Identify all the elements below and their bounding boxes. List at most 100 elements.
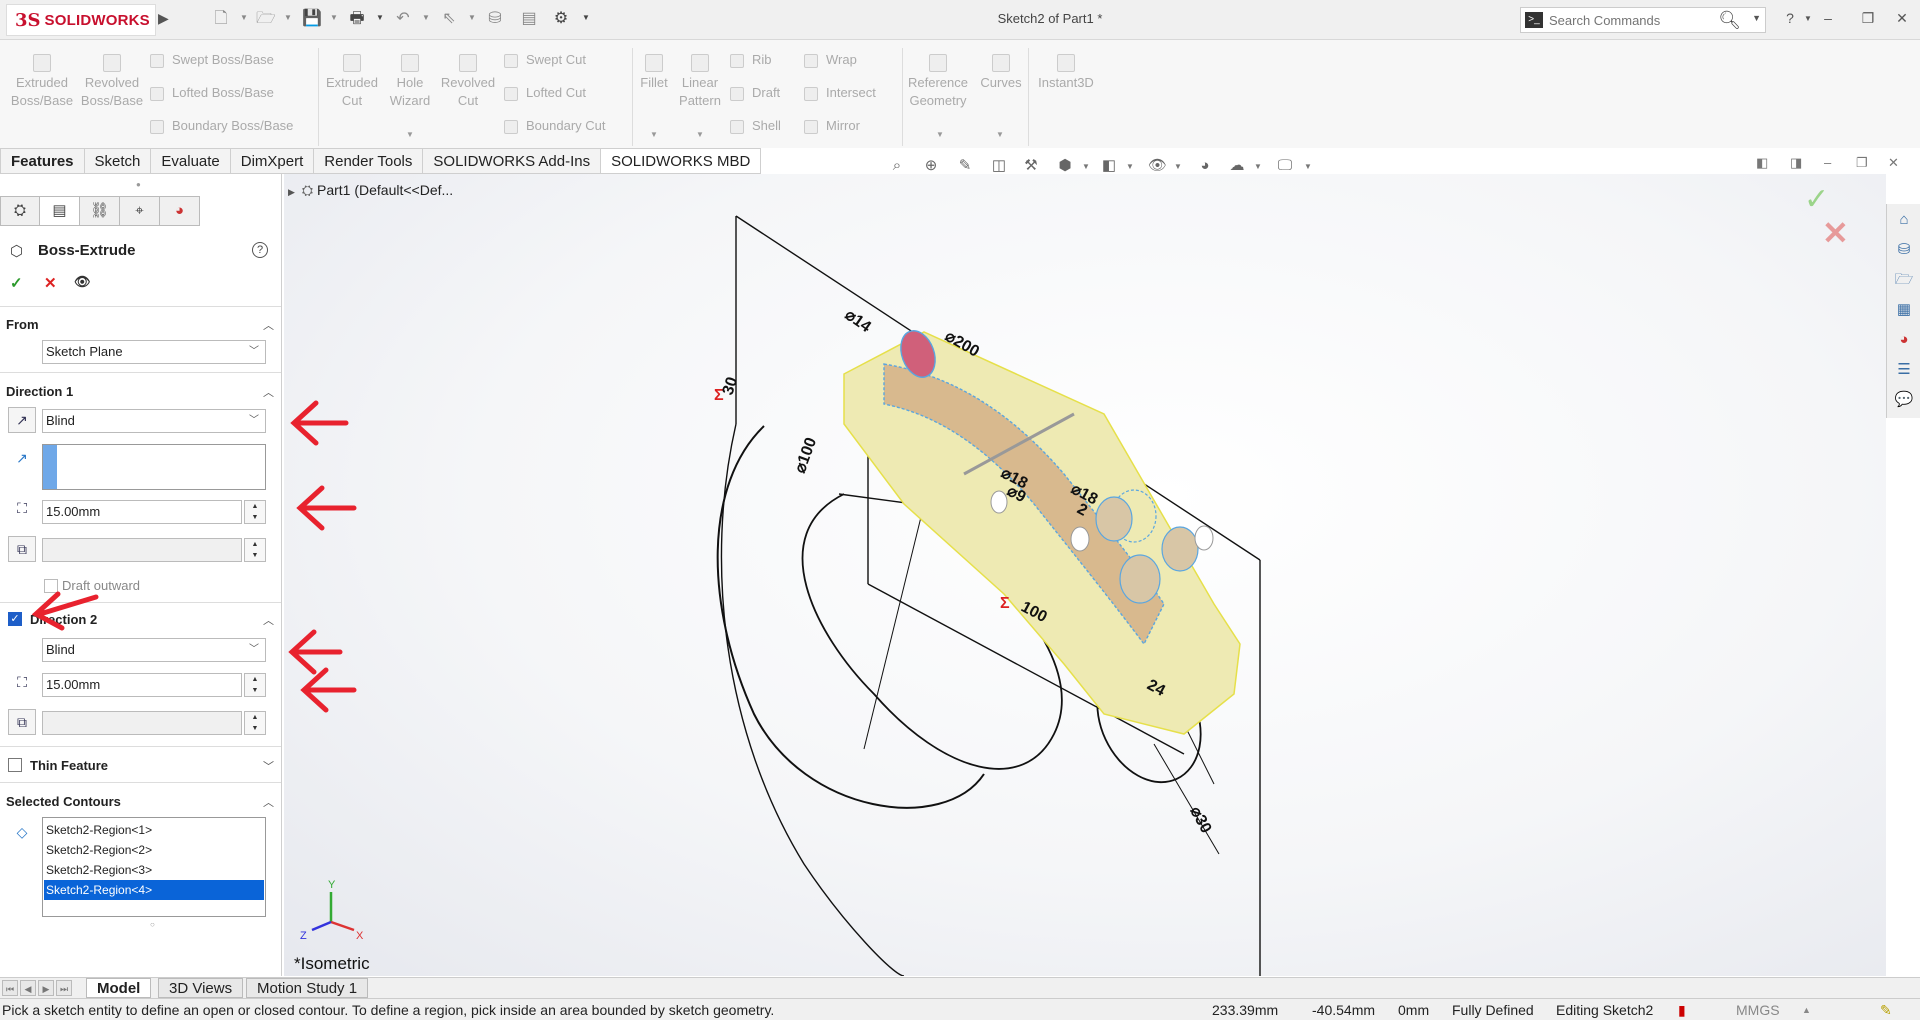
tab-render-tools[interactable]: Render Tools bbox=[314, 148, 424, 174]
from-section-header[interactable]: From bbox=[6, 317, 39, 332]
direction2-draft-angle-input[interactable] bbox=[42, 711, 242, 735]
fillet-dropdown-icon[interactable]: ▼ bbox=[650, 130, 658, 139]
tab-model[interactable]: Model bbox=[86, 978, 152, 998]
solidworks-logo[interactable]: 3S SOLIDWORKS bbox=[6, 4, 156, 36]
appearances-scenes-icon[interactable]: ◕ bbox=[1889, 326, 1919, 354]
new-dropdown-icon[interactable]: ▼ bbox=[240, 13, 248, 22]
hole-wizard-dropdown-icon[interactable]: ▼ bbox=[406, 130, 414, 139]
display-style-dropdown-icon[interactable]: ▼ bbox=[1126, 162, 1134, 171]
direction2-section-header[interactable]: Direction 2 bbox=[30, 612, 97, 627]
spin-down-icon[interactable]: ▼ bbox=[245, 550, 265, 561]
options-dropdown-icon[interactable]: ▼ bbox=[582, 13, 590, 22]
reference-geometry-dropdown-icon[interactable]: ▼ bbox=[936, 130, 944, 139]
view-orientation-icon[interactable]: ⬢ bbox=[1056, 157, 1074, 175]
minimize-window-button[interactable]: – bbox=[1818, 10, 1838, 30]
rib-button[interactable]: Rib bbox=[730, 50, 772, 70]
extruded-cut-button[interactable]: Extruded Cut bbox=[322, 54, 382, 110]
print-dropdown-icon[interactable]: ▼ bbox=[376, 13, 384, 22]
display-style-icon[interactable]: ◧ bbox=[1100, 157, 1118, 175]
select-dropdown-icon[interactable]: ▼ bbox=[468, 13, 476, 22]
save-dropdown-icon[interactable]: ▼ bbox=[330, 13, 338, 22]
direction2-checkbox[interactable]: ✓ bbox=[8, 612, 22, 626]
linear-pattern-button[interactable]: Linear Pattern bbox=[676, 54, 724, 110]
view-palette-icon[interactable]: ▦ bbox=[1889, 296, 1919, 324]
units-dropdown-icon[interactable]: ▲ bbox=[1802, 999, 1811, 1021]
boundary-boss-button[interactable]: Boundary Boss/Base bbox=[150, 116, 293, 136]
shell-button[interactable]: Shell bbox=[730, 116, 781, 136]
doc-minimize-button[interactable]: – bbox=[1824, 155, 1831, 170]
reference-geometry-button[interactable]: Reference Geometry bbox=[906, 54, 970, 110]
lofted-cut-button[interactable]: Lofted Cut bbox=[504, 83, 586, 103]
lofted-boss-button[interactable]: Lofted Boss/Base bbox=[150, 83, 274, 103]
zoom-to-area-icon[interactable]: ⊕ bbox=[922, 157, 940, 175]
help-dropdown-icon[interactable]: ▼ bbox=[1798, 14, 1818, 34]
pane-left-icon[interactable]: ◧ bbox=[1756, 155, 1768, 171]
graphics-area[interactable]: ▶ ⛭ Part1 (Default<<Def... ✓ ✕ ⌀14 ⌀200 … bbox=[284, 174, 1886, 976]
restore-window-button[interactable]: ❐ bbox=[1858, 10, 1878, 30]
swept-cut-button[interactable]: Swept Cut bbox=[504, 50, 586, 70]
last-tab-icon[interactable]: ⏭ bbox=[56, 980, 72, 996]
undo-dropdown-icon[interactable]: ▼ bbox=[422, 13, 430, 22]
apply-scene-dropdown-icon[interactable]: ▼ bbox=[1254, 162, 1262, 171]
dimension-d30[interactable]: ⌀30 bbox=[1186, 804, 1214, 836]
spin-down-icon[interactable]: ▼ bbox=[245, 723, 265, 734]
dimension-d14[interactable]: ⌀14 bbox=[842, 306, 874, 336]
revolved-boss-button[interactable]: Revolved Boss/Base bbox=[80, 54, 144, 110]
direction2-depth-input[interactable]: 15.00mm bbox=[42, 673, 242, 697]
dimxpertmanager-tab-icon[interactable]: ⌖ bbox=[120, 196, 160, 226]
previous-view-icon[interactable]: ✎ bbox=[956, 157, 974, 175]
pm-help-button[interactable]: ? bbox=[252, 242, 268, 258]
undo-icon[interactable]: ↶ bbox=[394, 10, 412, 28]
solidworks-resources-home-icon[interactable]: ⌂ bbox=[1889, 206, 1919, 234]
section-view-icon[interactable]: ◫ bbox=[990, 157, 1008, 175]
direction1-draft-angle-input[interactable] bbox=[42, 538, 242, 562]
view-settings-icon[interactable]: 🖵 bbox=[1276, 157, 1294, 175]
thin-feature-checkbox[interactable] bbox=[8, 758, 22, 772]
draft-on-off-icon[interactable]: ⧉ bbox=[8, 709, 36, 735]
rebuild-status-icon[interactable]: ▮ bbox=[1678, 999, 1686, 1021]
resize-handle-icon[interactable]: ○ bbox=[150, 920, 155, 929]
select-arrow-icon[interactable]: ⇖ bbox=[440, 10, 458, 28]
units-selector[interactable]: MMGS bbox=[1736, 999, 1780, 1021]
ok-check-button[interactable]: ✓ bbox=[10, 274, 23, 292]
draft-on-off-icon[interactable]: ⧉ bbox=[8, 536, 36, 562]
spin-up-icon[interactable]: ▲ bbox=[245, 674, 265, 685]
view-orientation-dropdown-icon[interactable]: ▼ bbox=[1082, 162, 1090, 171]
collapse-chevron-icon[interactable]: ︿ bbox=[263, 612, 274, 628]
selected-contours-list[interactable]: Sketch2-Region<1> Sketch2-Region<2> Sket… bbox=[42, 817, 266, 917]
reverse-direction-icon[interactable]: ↗ bbox=[8, 407, 36, 433]
draft-angle-spinner[interactable]: ▲ ▼ bbox=[244, 711, 266, 735]
spin-down-icon[interactable]: ▼ bbox=[245, 685, 265, 696]
menu-expand-arrow-icon[interactable]: ▶ bbox=[158, 10, 172, 30]
draft-outward-checkbox[interactable] bbox=[44, 579, 58, 593]
tab-features[interactable]: Features bbox=[0, 148, 85, 174]
next-tab-icon[interactable]: ▶ bbox=[38, 980, 54, 996]
search-dropdown-icon[interactable]: ▼ bbox=[1752, 13, 1761, 23]
instant3d-button[interactable]: Instant3D bbox=[1034, 54, 1098, 92]
cancel-x-button[interactable]: ✕ bbox=[44, 274, 57, 292]
configurationmanager-tab-icon[interactable]: ⛓ bbox=[80, 196, 120, 226]
curves-dropdown-icon[interactable]: ▼ bbox=[996, 130, 1004, 139]
custom-properties-icon[interactable]: ☰ bbox=[1889, 356, 1919, 384]
hide-show-items-icon[interactable]: 👁 bbox=[1148, 157, 1167, 175]
collapse-chevron-icon[interactable]: ︿ bbox=[263, 317, 274, 333]
propertymanager-tab-icon[interactable]: ▤ bbox=[40, 196, 80, 226]
options-gear-icon[interactable]: ⚙ bbox=[552, 10, 570, 28]
mirror-button[interactable]: Mirror bbox=[804, 116, 860, 136]
spin-up-icon[interactable]: ▲ bbox=[245, 501, 265, 512]
curves-button[interactable]: Curves bbox=[978, 54, 1024, 92]
search-icon[interactable]: 🔍︎ bbox=[1718, 10, 1741, 31]
direction1-depth-spinner[interactable]: ▲ ▼ bbox=[244, 500, 266, 524]
file-properties-icon[interactable]: ▤ bbox=[520, 10, 538, 28]
draft-angle-spinner[interactable]: ▲ ▼ bbox=[244, 538, 266, 562]
close-window-button[interactable]: ✕ bbox=[1892, 10, 1912, 30]
edit-appearance-icon[interactable]: ◕ bbox=[1196, 157, 1214, 175]
tab-solidworks-mbd[interactable]: SOLIDWORKS MBD bbox=[601, 148, 762, 174]
direction1-depth-input[interactable]: 15.00mm bbox=[42, 500, 242, 524]
from-start-condition-select[interactable]: Sketch Plane ﹀ bbox=[42, 340, 266, 364]
direction2-end-condition-select[interactable]: Blind ﹀ bbox=[42, 638, 266, 662]
rebuild-icon[interactable]: ⛁ bbox=[486, 10, 504, 28]
spin-up-icon[interactable]: ▲ bbox=[245, 712, 265, 723]
hide-show-dropdown-icon[interactable]: ▼ bbox=[1174, 162, 1182, 171]
extruded-boss-button[interactable]: Extruded Boss/Base bbox=[8, 54, 76, 110]
